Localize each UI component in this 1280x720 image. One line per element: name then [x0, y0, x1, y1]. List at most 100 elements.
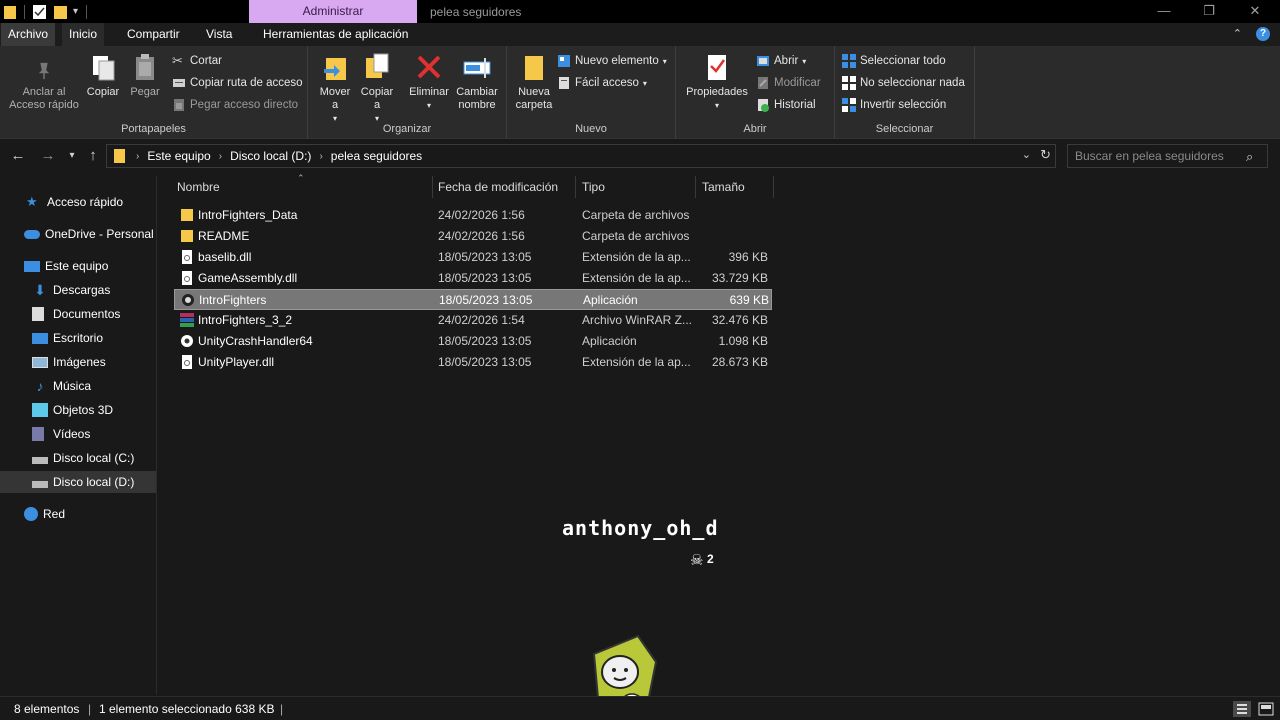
file-type: Aplicación	[582, 334, 637, 348]
copy-button[interactable]: Copiar	[84, 52, 122, 99]
pin-quick-access-button[interactable]: Anclar al Acceso rápido	[6, 60, 82, 112]
nav-item-disk-c[interactable]: Disco local (C:)	[0, 447, 156, 469]
scissors-icon: ✂	[172, 53, 183, 68]
breadcrumb-separator-icon[interactable]: ›	[136, 151, 139, 162]
address-dropdown-chevron-icon[interactable]: ⌄	[1022, 148, 1031, 161]
paste-shortcut-button[interactable]: Pegar acceso directo	[172, 96, 298, 114]
copy-path-button[interactable]: Copiar ruta de acceso	[172, 74, 303, 92]
nav-item-downloads[interactable]: ⬇ Descargas	[0, 279, 156, 301]
forward-arrow-icon[interactable]: →	[39, 147, 57, 165]
paste-shortcut-icon	[174, 99, 184, 111]
nav-item-videos[interactable]: Vídeos	[0, 423, 156, 445]
properties-button[interactable]: Propiedades ▾	[684, 52, 750, 112]
column-header-modified[interactable]: Fecha de modificación	[432, 176, 576, 198]
refresh-icon[interactable]: ↻	[1040, 147, 1051, 163]
minimize-button[interactable]: —	[1154, 2, 1174, 20]
tab-app-tools[interactable]: Herramientas de aplicación	[256, 23, 415, 46]
search-input[interactable]: Buscar en pelea seguidores	[1067, 144, 1268, 168]
help-icon[interactable]: ?	[1256, 27, 1270, 41]
documents-icon	[32, 307, 44, 321]
history-button[interactable]: Historial	[756, 96, 816, 114]
breadcrumb-separator-icon[interactable]: ›	[219, 151, 222, 162]
file-row[interactable]: GameAssembly.dll 18/05/2023 13:05 Extens…	[174, 268, 772, 289]
easy-access-button[interactable]: Fácil acceso ▾	[557, 74, 647, 92]
properties-icon	[708, 55, 726, 80]
copy-to-button[interactable]: Copiar a ▾	[358, 52, 396, 125]
search-icon[interactable]: ⌕	[1246, 149, 1253, 165]
nav-item-documents[interactable]: Documentos	[0, 303, 156, 325]
up-arrow-icon[interactable]: ↑	[84, 147, 102, 165]
open-button[interactable]: Abrir ▾	[756, 52, 806, 70]
large-icons-view-icon[interactable]	[1257, 701, 1275, 717]
nav-item-this-pc[interactable]: Este equipo	[0, 255, 156, 277]
tab-home[interactable]: Inicio	[62, 23, 105, 46]
details-view-icon[interactable]	[1233, 701, 1251, 717]
invert-selection-icon	[842, 98, 856, 112]
nav-item-network[interactable]: Red	[0, 503, 156, 525]
pictures-icon	[32, 356, 48, 368]
file-row[interactable]: baselib.dll 18/05/2023 13:05 Extensión d…	[174, 247, 772, 268]
breadcrumb-this-pc[interactable]: Este equipo	[147, 149, 210, 163]
maximize-button[interactable]: ❐	[1199, 2, 1219, 20]
tab-file[interactable]: Archivo	[1, 23, 56, 46]
edit-button[interactable]: Modificar	[756, 74, 821, 92]
column-header-type[interactable]: Tipo	[576, 176, 696, 198]
nav-item-onedrive[interactable]: OneDrive - Personal	[0, 223, 156, 245]
file-row-selected[interactable]: IntroFighters 18/05/2023 13:05 Aplicació…	[174, 289, 772, 310]
group-label-open: Abrir	[743, 123, 767, 135]
delete-button[interactable]: Eliminar ▾	[406, 52, 452, 112]
customize-toolbar-icon[interactable]: ▾	[73, 6, 78, 17]
file-size	[702, 205, 768, 226]
file-row[interactable]: IntroFighters_Data 24/02/2026 1:56 Carpe…	[174, 205, 772, 226]
invert-selection-button[interactable]: Invertir selección	[842, 96, 946, 114]
file-row[interactable]: UnityPlayer.dll 18/05/2023 13:05 Extensi…	[174, 352, 772, 373]
new-item-button[interactable]: Nuevo elemento ▾	[557, 52, 667, 70]
recent-locations-chevron-icon[interactable]: ▾	[63, 147, 81, 165]
nav-item-3d-objects[interactable]: Objetos 3D	[0, 399, 156, 421]
drive-icon	[32, 457, 48, 464]
status-separator: |	[280, 702, 284, 716]
rename-button[interactable]: Cambiar nombre	[452, 52, 502, 112]
group-label-clipboard: Portapapeles	[121, 123, 186, 135]
file-size: 28.673 KB	[711, 355, 768, 369]
back-arrow-icon[interactable]: ←	[9, 147, 27, 165]
cut-button[interactable]: ✂ Cortar	[172, 52, 222, 70]
nav-item-quick-access[interactable]: ★ Acceso rápido	[0, 191, 156, 213]
nav-item-desktop[interactable]: Escritorio	[0, 327, 156, 349]
nav-item-disk-d[interactable]: Disco local (D:)	[0, 471, 156, 493]
properties-icon[interactable]	[33, 4, 46, 19]
breadcrumb-separator-icon[interactable]: ›	[319, 151, 322, 162]
file-size: 639 KB	[729, 293, 769, 307]
overlay-count: 2	[707, 552, 714, 566]
skull-icon: ☠	[690, 552, 704, 569]
column-header-name[interactable]: Nombre	[171, 176, 433, 198]
file-modified: 24/02/2026 1:56	[438, 229, 525, 243]
close-button[interactable]: ✕	[1245, 2, 1265, 20]
folder-icon[interactable]	[4, 5, 16, 19]
nav-item-music[interactable]: ♪ Música	[0, 375, 156, 397]
breadcrumb: › Este equipo › Disco local (D:) › pelea…	[107, 145, 422, 167]
tab-view[interactable]: Vista	[199, 23, 239, 46]
file-row[interactable]: UnityCrashHandler64 18/05/2023 13:05 Apl…	[174, 331, 772, 352]
context-tab-manage[interactable]: Administrar	[249, 0, 417, 23]
paste-button[interactable]: Pegar	[126, 52, 164, 99]
history-icon	[758, 99, 769, 112]
breadcrumb-current-folder[interactable]: pelea seguidores	[331, 149, 422, 163]
file-modified: 18/05/2023 13:05	[438, 334, 532, 348]
tab-share[interactable]: Compartir	[120, 23, 187, 46]
nav-item-pictures[interactable]: Imágenes	[0, 351, 156, 373]
file-row[interactable]: README 24/02/2026 1:56 Carpeta de archiv…	[174, 226, 772, 247]
address-bar[interactable]: › Este equipo › Disco local (D:) › pelea…	[106, 144, 1056, 168]
file-modified: 18/05/2023 13:05	[439, 293, 533, 307]
group-label-select: Seleccionar	[875, 123, 934, 135]
column-header-size[interactable]: Tamaño	[696, 176, 774, 198]
collapse-ribbon-icon[interactable]: ⌃	[1233, 27, 1242, 41]
navigation-pane: ★ Acceso rápido OneDrive - Personal Este…	[0, 176, 157, 695]
file-row[interactable]: IntroFighters_3_2 24/02/2026 1:54 Archiv…	[174, 310, 772, 331]
breadcrumb-disk-d[interactable]: Disco local (D:)	[230, 149, 311, 163]
select-all-button[interactable]: Seleccionar todo	[842, 52, 946, 70]
new-folder-button[interactable]: Nueva carpeta	[511, 52, 557, 112]
new-folder-icon[interactable]	[54, 5, 67, 19]
select-none-button[interactable]: No seleccionar nada	[842, 74, 965, 92]
move-to-button[interactable]: Mover a ▾	[316, 52, 354, 125]
